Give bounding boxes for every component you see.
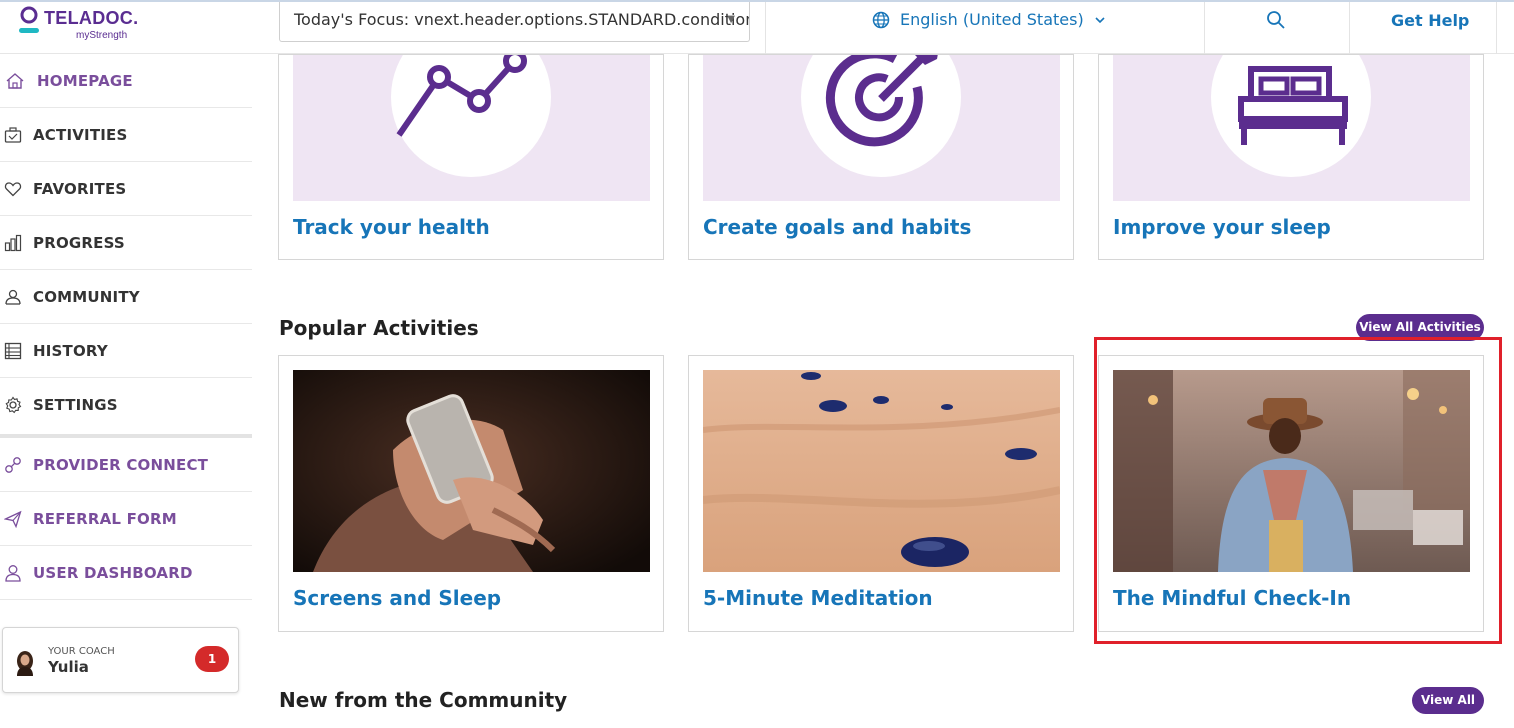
- icon-circle: [801, 55, 961, 177]
- card-title: 5-Minute Meditation: [703, 586, 933, 610]
- sidebar-item-referral-form[interactable]: REFERRAL FORM: [0, 492, 252, 546]
- view-all-community-button[interactable]: View All: [1412, 687, 1484, 714]
- header-divider: [1349, 2, 1350, 54]
- card-image: [1113, 55, 1470, 201]
- sidebar-item-label: COMMUNITY: [33, 287, 140, 306]
- home-icon: [6, 72, 24, 89]
- sidebar-item-provider-connect[interactable]: PROVIDER CONNECT: [0, 438, 252, 492]
- card-image: [703, 55, 1060, 201]
- coach-caption: YOUR COACH: [48, 646, 115, 657]
- card-image: [293, 370, 650, 572]
- popular-activities-heading: Popular Activities: [279, 316, 479, 340]
- sidebar-item-history[interactable]: HISTORY: [0, 324, 252, 378]
- sidebar-item-label: PROVIDER CONNECT: [33, 455, 209, 474]
- card-image: [293, 55, 650, 201]
- sidebar-item-label: USER DASHBOARD: [33, 563, 193, 582]
- bed-icon: [1238, 66, 1348, 145]
- sidebar-item-label: FAVORITES: [33, 179, 127, 198]
- logo-brand-text: TELADOC.: [44, 8, 139, 28]
- activities-icon: [4, 126, 22, 143]
- sidebar-item-homepage[interactable]: HOMEPAGE: [0, 54, 252, 108]
- coach-card[interactable]: YOUR COACH Yulia 1: [2, 627, 239, 693]
- todays-focus-dropdown[interactable]: Today's Focus: vnext.header.options.STAN…: [279, 2, 750, 42]
- heart-icon: [4, 181, 22, 196]
- target-icon: [825, 55, 938, 147]
- card-image: [1113, 370, 1470, 572]
- sidebar-nav: HOMEPAGE ACTIVITIES FAVORITES PROGRESS C…: [0, 54, 252, 728]
- search-icon: [1267, 11, 1285, 29]
- card-track-health[interactable]: Track your health: [278, 54, 664, 260]
- card-title: Track your health: [293, 215, 490, 239]
- stones-in-sand-image: [703, 370, 1060, 572]
- header-divider: [1204, 2, 1205, 54]
- logo-subtitle: myStrength: [76, 30, 128, 41]
- header-divider: [765, 2, 766, 54]
- user-icon: [5, 564, 21, 582]
- chevron-down-icon: [1095, 16, 1105, 23]
- sidebar-item-community[interactable]: COMMUNITY: [0, 270, 252, 324]
- coach-name: Yulia: [48, 658, 89, 676]
- notification-badge: 1: [195, 646, 229, 672]
- history-icon: [4, 342, 22, 359]
- sidebar-item-label: PROGRESS: [33, 233, 125, 252]
- card-mindful-check-in[interactable]: The Mindful Check-In: [1098, 355, 1484, 632]
- language-label: English (United States): [900, 10, 1084, 29]
- sidebar-item-label: SETTINGS: [33, 396, 118, 414]
- language-selector[interactable]: English (United States): [872, 10, 1106, 29]
- sidebar-item-progress[interactable]: PROGRESS: [0, 216, 252, 270]
- send-icon: [4, 510, 22, 528]
- phone-in-hands-image: [293, 370, 650, 572]
- top-header: TELADOC. myStrength Today's Focus: vnext…: [0, 2, 1514, 54]
- card-screens-sleep[interactable]: Screens and Sleep: [278, 355, 664, 632]
- card-create-goals[interactable]: Create goals and habits: [688, 54, 1074, 260]
- app-root: TELADOC. myStrength Today's Focus: vnext…: [0, 0, 1514, 728]
- header-divider: [1496, 2, 1497, 54]
- man-on-city-street-image: [1113, 370, 1470, 572]
- sidebar-item-settings[interactable]: SETTINGS: [0, 378, 252, 432]
- teladoc-logo-mark-icon: [19, 6, 39, 33]
- card-title: Create goals and habits: [703, 215, 972, 239]
- card-title: Screens and Sleep: [293, 586, 502, 610]
- view-all-activities-button[interactable]: View All Activities: [1356, 314, 1484, 341]
- line-chart-icon: [396, 55, 527, 137]
- get-help-link[interactable]: Get Help: [1391, 11, 1469, 30]
- sidebar-item-label: ACTIVITIES: [33, 125, 128, 144]
- gear-icon: [5, 396, 22, 414]
- community-icon: [5, 289, 21, 305]
- card-5-minute-meditation[interactable]: 5-Minute Meditation: [688, 355, 1074, 632]
- search-button[interactable]: [1266, 10, 1288, 32]
- teladoc-logo[interactable]: TELADOC. myStrength: [18, 6, 158, 46]
- sidebar-item-favorites[interactable]: FAVORITES: [0, 162, 252, 216]
- link-icon: [5, 456, 21, 473]
- sidebar-item-user-dashboard[interactable]: USER DASHBOARD: [0, 546, 252, 600]
- card-improve-sleep[interactable]: Improve your sleep: [1098, 54, 1484, 260]
- card-title: Improve your sleep: [1113, 215, 1331, 239]
- card-image: [703, 370, 1060, 572]
- todays-focus-value: Today's Focus: vnext.header.options.STAN…: [294, 10, 750, 29]
- icon-circle: [391, 55, 551, 177]
- sidebar-item-activities[interactable]: ACTIVITIES: [0, 108, 252, 162]
- bar-chart-icon: [4, 234, 22, 251]
- sidebar-item-label: HISTORY: [33, 341, 108, 360]
- globe-icon: [872, 11, 890, 28]
- sidebar-item-label: HOMEPAGE: [37, 71, 133, 90]
- coach-avatar: [17, 651, 33, 676]
- card-title: The Mindful Check-In: [1113, 586, 1352, 610]
- sidebar-item-label: REFERRAL FORM: [33, 509, 177, 528]
- community-heading: New from the Community: [279, 688, 568, 712]
- icon-circle: [1211, 55, 1371, 177]
- caret-down-icon: ▼: [727, 14, 735, 25]
